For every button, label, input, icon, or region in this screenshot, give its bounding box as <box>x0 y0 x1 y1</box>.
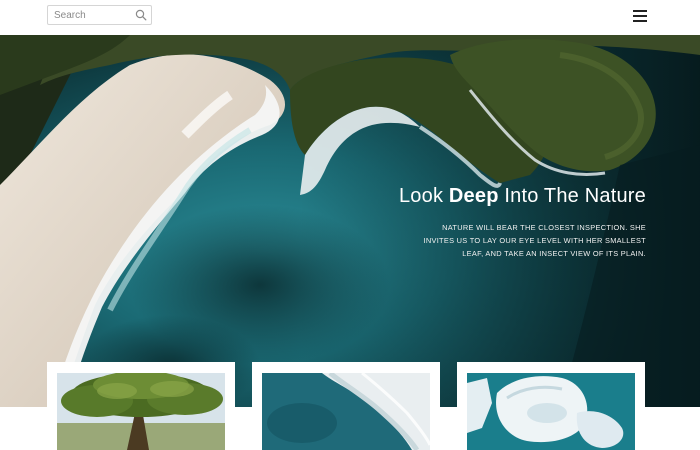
gallery-cards <box>0 362 700 450</box>
search-box <box>47 5 152 25</box>
iceberg-photo <box>467 373 635 450</box>
tree-photo <box>57 373 225 450</box>
hero-section: Look Deep Into The Nature NATURE WILL BE… <box>0 35 700 407</box>
site-header <box>0 0 700 35</box>
hero-description: NATURE WILL BEAR THE CLOSEST INSPECTION.… <box>423 223 646 258</box>
ocean-wave-photo <box>262 373 430 450</box>
hero-title-post: Into The Nature <box>498 185 646 207</box>
hero-title: Look Deep Into The Nature <box>399 184 646 208</box>
page: Look Deep Into The Nature NATURE WILL BE… <box>0 0 700 450</box>
search-icon[interactable] <box>135 9 147 21</box>
gallery-card-tree[interactable] <box>47 362 235 450</box>
gallery-card-iceberg[interactable] <box>457 362 645 450</box>
gallery-card-ocean[interactable] <box>252 362 440 450</box>
search-input[interactable] <box>48 6 132 24</box>
hero-title-pre: Look <box>398 185 449 207</box>
hero-text-block: Look Deep Into The Nature NATURE WILL BE… <box>399 184 646 260</box>
hamburger-menu-icon[interactable] <box>633 10 647 22</box>
hero-title-bold: Deep <box>448 185 499 207</box>
